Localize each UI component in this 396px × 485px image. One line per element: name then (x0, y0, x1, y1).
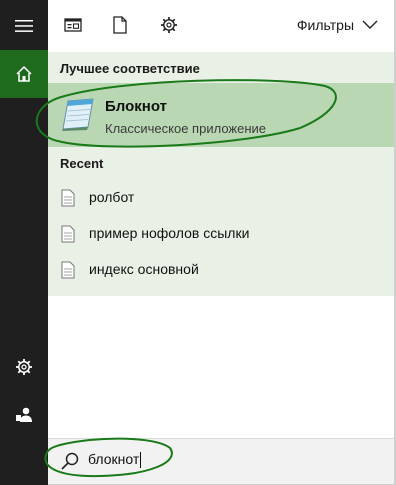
hamburger-menu-icon (15, 20, 33, 32)
settings-filter-button[interactable] (156, 12, 182, 38)
search-query: блокнот (88, 451, 142, 469)
recent-item-label: пример нофолов ссылки (89, 225, 250, 241)
apps-filter-button[interactable] (60, 12, 86, 38)
gear-icon (16, 359, 32, 375)
recent-item[interactable]: ролбот (48, 180, 394, 216)
left-rail (0, 0, 48, 485)
document-icon (113, 16, 127, 34)
search-window: Фильтры Лучшее соответствие Блокнот Клас… (0, 0, 396, 485)
text-file-icon (61, 225, 75, 243)
home-icon (16, 65, 32, 82)
filters-label: Фильтры (296, 17, 354, 33)
best-match-subtitle: Классическое приложение (105, 121, 267, 136)
text-file-icon (61, 189, 75, 207)
top-toolbar: Фильтры (48, 0, 394, 50)
recent-header: Recent (60, 156, 104, 171)
documents-filter-button[interactable] (107, 12, 133, 38)
search-input[interactable]: блокнот (48, 438, 394, 484)
search-icon (61, 452, 79, 470)
recent-item-label: индекс основной (89, 261, 199, 277)
user-icon (16, 407, 32, 422)
filters-dropdown[interactable]: Фильтры (297, 14, 378, 36)
gear-icon (161, 17, 177, 33)
home-button[interactable] (0, 50, 48, 98)
notepad-app-icon (62, 98, 94, 131)
chevron-down-icon (362, 20, 378, 29)
menu-button[interactable] (0, 2, 48, 50)
best-match-title: Блокнот (105, 98, 167, 115)
recent-item[interactable]: пример нофолов ссылки (48, 216, 394, 252)
text-caret (140, 452, 142, 469)
recent-item-label: ролбот (89, 189, 135, 205)
recent-item[interactable]: индекс основной (48, 252, 394, 288)
results-area: Лучшее соответствие Блокнот Классическое… (48, 52, 394, 296)
apps-icon (64, 18, 82, 32)
text-file-icon (61, 261, 75, 279)
best-match-item[interactable]: Блокнот Классическое приложение (48, 83, 394, 147)
search-panel: Фильтры Лучшее соответствие Блокнот Клас… (48, 0, 396, 485)
settings-button[interactable] (0, 343, 48, 391)
user-button[interactable] (0, 391, 48, 439)
search-query-text: блокнот (88, 451, 140, 467)
best-match-header: Лучшее соответствие (60, 61, 200, 76)
